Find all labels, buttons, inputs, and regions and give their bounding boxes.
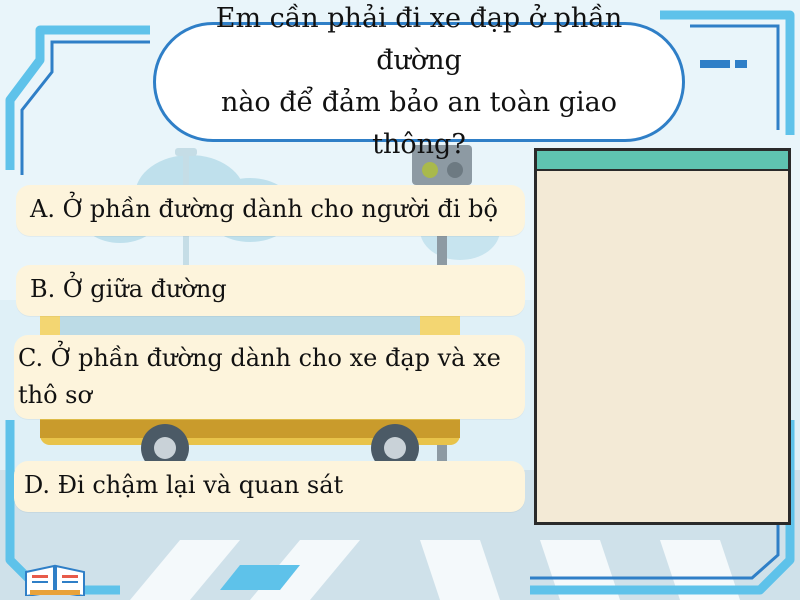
side-panel [534, 148, 791, 525]
answer-d-button[interactable]: D. Đi chậm lại và quan sát [14, 461, 525, 512]
book-icon [25, 564, 85, 596]
answer-c-label: C. Ở phần đường dành cho xe đạp và xe th… [18, 344, 501, 409]
question-text: Em cần phải đi xe đạp ở phần đường nào đ… [215, 3, 623, 160]
answer-d-label: D. Đi chậm lại và quan sát [24, 471, 344, 499]
side-panel-header [537, 151, 788, 171]
answer-a-button[interactable]: A. Ở phần đường dành cho người đi bộ [16, 185, 525, 236]
answer-b-label: B. Ở giữa đường [30, 275, 227, 303]
answer-a-label: A. Ở phần đường dành cho người đi bộ [30, 195, 498, 223]
answer-c-button[interactable]: C. Ở phần đường dành cho xe đạp và xe th… [14, 335, 525, 419]
question-bubble: Em cần phải đi xe đạp ở phần đường nào đ… [153, 3, 685, 160]
answer-b-button[interactable]: B. Ở giữa đường [16, 265, 525, 316]
frame-accent [700, 60, 747, 68]
